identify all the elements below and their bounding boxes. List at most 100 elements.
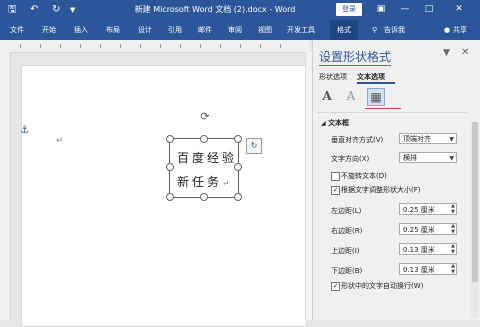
rotate-handle-icon[interactable]: ⟳ [199,111,211,123]
horizontal-ruler[interactable] [0,40,310,53]
tab-view[interactable]: 视图 [254,20,276,40]
vertical-align-label: 垂直对齐方式(V) [331,136,384,144]
top-margin-input[interactable]: 0.13 厘米 ▲ ▼ [399,243,457,255]
document-scrollbar[interactable] [305,52,312,320]
pane-close-icon[interactable]: ✕ [461,47,469,58]
ruler-tick [100,44,101,48]
layout-properties-icon[interactable]: ▦ [367,88,385,106]
save-icon[interactable]: 🖫 [8,4,17,16]
ruler-tick [20,44,21,48]
text-fill-outline-icon[interactable]: A [319,88,335,104]
ruler-tick [120,44,121,48]
login-button[interactable]: 登录 [336,3,362,16]
lightbulb-icon: ⚲ [372,26,378,34]
shape-text-line-2: 新任务↵ [177,173,230,190]
maximize-icon[interactable]: □ [422,2,436,17]
pane-options-icon[interactable]: ▼ [443,48,450,58]
tab-file[interactable]: 文件 [6,20,28,40]
minimize-icon[interactable]: — [398,2,412,17]
resize-handle[interactable] [166,135,174,143]
ruler-tick [40,44,41,48]
bottom-margin-label: 下边距(B) [331,267,363,275]
resize-handle[interactable] [234,135,242,143]
no-rotate-label: 不旋转文本(D) [341,172,387,180]
tab-design[interactable]: 设计 [134,20,156,40]
text-direction-select[interactable]: 横排 ▼ [399,152,457,163]
vertical-align-value: 顶端对齐 [403,135,431,143]
wrap-text-checkbox[interactable]: ✓ [331,282,340,291]
chevron-down-icon: ▼ [449,136,454,143]
share-icon: ● [444,26,451,34]
text-direction-value: 横排 [403,154,417,162]
spin-down-icon[interactable]: ▼ [451,210,455,215]
icon-highlight-line [365,108,401,109]
text-effects-icon[interactable]: A [343,88,359,104]
tab-text-options[interactable]: 文本选项 [357,72,385,82]
vertical-align-select[interactable]: 顶端对齐 ▼ [399,133,457,144]
ruler-tick [240,44,241,48]
spin-down-icon[interactable]: ▼ [451,230,455,235]
ruler-tick [80,44,81,48]
resize-handle[interactable] [166,193,174,201]
tab-layout[interactable]: 布局 [102,20,124,40]
tab-format[interactable]: 格式 [330,20,358,40]
no-rotate-checkbox[interactable] [331,172,340,181]
vertical-ruler[interactable] [0,52,11,320]
resize-shape-checkbox[interactable]: ✓ [331,186,340,195]
text-box-shape[interactable]: 百度经验 新任务↵ [169,138,239,198]
tab-developer[interactable]: 开发工具 [284,20,318,40]
tab-review[interactable]: 审阅 [224,20,246,40]
shape-text-line-2-text: 新任务 [177,175,223,189]
resize-handle[interactable] [200,193,208,201]
tab-insert[interactable]: 插入 [70,20,92,40]
ribbon-display-icon[interactable]: ▣ [374,2,388,17]
pane-scrollbar[interactable] [471,122,479,318]
tab-mailings[interactable]: 邮件 [194,20,216,40]
ruler-tick [280,44,281,48]
bottom-margin-value: 0.13 厘米 [403,266,435,274]
spin-down-icon[interactable]: ▼ [451,270,455,275]
divider [317,112,467,113]
ruler-tick [180,44,181,48]
right-margin-input[interactable]: 0.25 厘米 ▲ ▼ [399,223,457,235]
tab-references[interactable]: 引用 [164,20,186,40]
paragraph-mark: ↵ [56,136,64,146]
share-button[interactable]: 共享 [453,20,467,40]
shape-paragraph-mark: ↵ [222,179,230,189]
title-bar: 🖫 ↶ ↻ ▼ 新建 Microsoft Word 文档 (2).docx - … [0,0,480,20]
redo-icon[interactable]: ↻ [52,4,60,16]
wrap-text-label: 形状中的文字自动换行(W) [341,282,424,290]
left-margin-label: 左边距(L) [331,207,362,215]
section-title: 文本框 [328,119,350,127]
pane-title: 设置形状格式 [319,50,392,64]
tab-home[interactable]: 开始 [38,20,60,40]
ruler-tick [160,44,161,48]
tell-me-box[interactable]: 告诉我 [384,20,405,40]
tab-shape-options[interactable]: 形状选项 [319,72,347,82]
close-icon[interactable]: ✕ [452,2,466,17]
bottom-margin-input[interactable]: 0.13 厘米 ▲ ▼ [399,263,457,275]
shape-text-line-1: 百度经验 [177,151,238,165]
section-textbox[interactable]: ◢ 文本框 [321,118,349,128]
ruler-tick [260,44,261,48]
resize-handle[interactable] [200,135,208,143]
resize-handle[interactable] [166,163,174,171]
ruler-tick [60,44,61,48]
document-canvas [11,53,307,327]
right-margin-value: 0.25 厘米 [403,226,435,234]
chevron-down-icon: ▼ [449,155,454,162]
undo-icon[interactable]: ↶ [30,4,38,16]
document-page[interactable] [21,65,307,327]
right-margin-label: 右边距(R) [331,227,363,235]
customize-qa-icon[interactable]: ▼ [70,4,75,16]
anchor-icon[interactable]: ⚓ [20,126,29,136]
left-margin-input[interactable]: 0.25 厘米 ▲ ▼ [399,203,457,215]
layout-options-icon[interactable]: ↻ [246,138,262,154]
spin-down-icon[interactable]: ▼ [451,250,455,255]
resize-handle[interactable] [234,193,242,201]
title-highlight-line [319,65,391,66]
pane-scrollbar-thumb[interactable] [472,122,478,282]
resize-handle[interactable] [234,163,242,171]
top-margin-label: 上边距(I) [331,247,360,255]
text-direction-label: 文字方向(X) [331,155,370,163]
